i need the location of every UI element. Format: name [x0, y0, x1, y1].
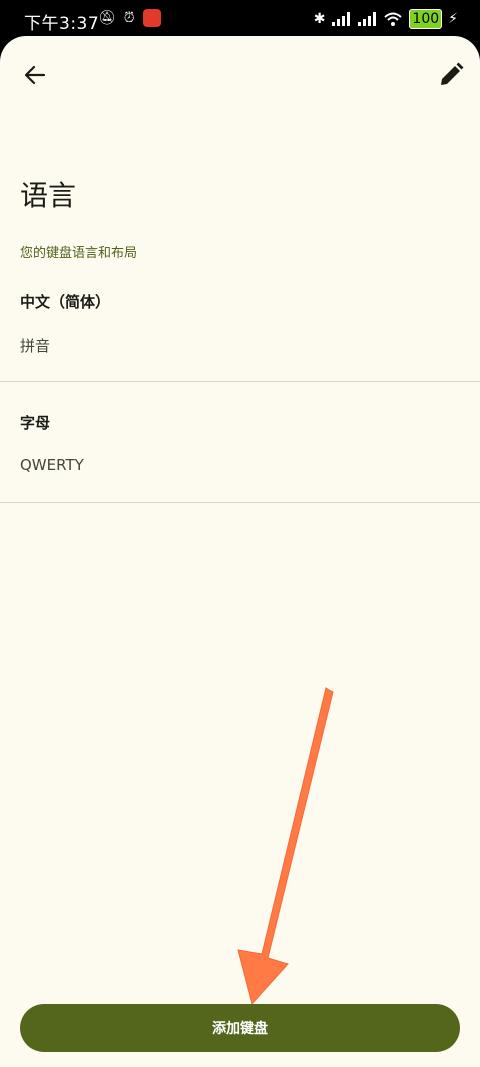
keyboard-item-alphabet[interactable]: 字母 QWERTY	[0, 382, 480, 502]
status-notification-icons: 🔕︎ ⏰︎	[98, 9, 161, 27]
wifi-icon	[384, 12, 403, 26]
alarm-icon: ⏰︎	[123, 10, 135, 26]
bluetooth-icon: ✱	[313, 11, 326, 27]
mute-bell-icon: 🔕︎	[98, 10, 116, 26]
page-title: 语言	[20, 179, 77, 212]
app-notification-icon	[142, 9, 161, 27]
status-system-icons: ✱ 100 ⚡︎	[314, 9, 458, 29]
signal-1-icon	[332, 12, 351, 26]
section-label: 您的键盘语言和布局	[20, 246, 138, 261]
add-keyboard-button[interactable]: 添加键盘	[20, 1004, 460, 1052]
keyboard-layout: 拼音	[20, 337, 51, 355]
keyboard-item-chinese[interactable]: 中文（简体） 拼音	[0, 276, 480, 381]
pencil-icon[interactable]	[436, 60, 466, 90]
signal-2-icon	[358, 12, 377, 26]
battery-icon: 100	[409, 9, 443, 29]
divider	[0, 502, 480, 503]
charging-icon: ⚡︎	[448, 11, 458, 27]
keyboard-language: 字母	[20, 414, 51, 432]
app-screen: 语言 您的键盘语言和布局 中文（简体） 拼音 字母 QWERTY 添加键盘	[0, 36, 480, 1067]
back-arrow-icon[interactable]	[20, 60, 50, 90]
keyboard-language: 中文（简体）	[20, 293, 111, 311]
status-bar: 下午3:37 🔕︎ ⏰︎ ✱ 100 ⚡︎	[0, 0, 480, 36]
status-time: 下午3:37	[24, 14, 100, 34]
keyboard-layout: QWERTY	[20, 456, 84, 474]
